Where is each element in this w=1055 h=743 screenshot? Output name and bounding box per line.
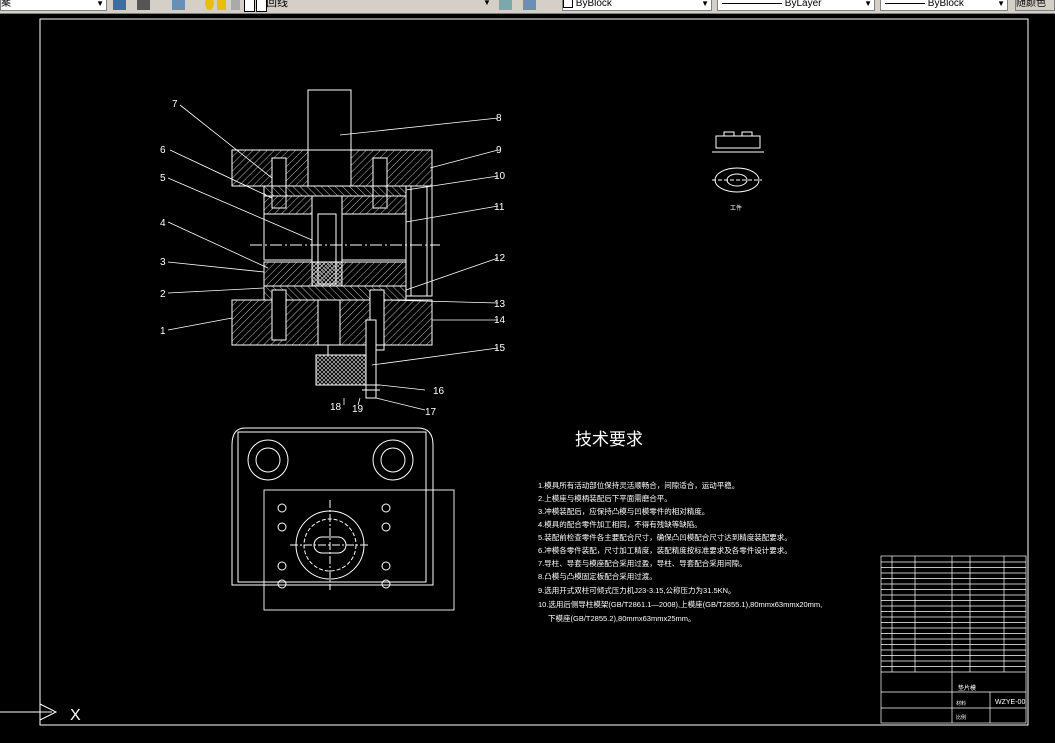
workspace-combo[interactable]: 案 ▼ [0,0,107,11]
title-block [880,555,1027,724]
plotstyle-combo[interactable]: 随颜色 [1015,0,1055,11]
plotstyle-combo-value: 随颜色 [1016,0,1046,9]
requirement-6: 6.冲模各零件装配，尺寸加工精度，装配精度按标准要求及各零件设计要求。 [538,545,792,555]
layers-icon[interactable] [137,0,150,10]
requirement-5: 5.装配前检查零件各主要配合尺寸，确保凸凹模配合尺寸达到精度装配要求。 [538,532,792,542]
ucs-icon [0,703,58,721]
layer-name: 回线 [266,0,288,9]
chevron-down-icon: ▼ [701,0,709,8]
callout-11: 11 [494,202,505,213]
callout-9: 9 [496,145,502,156]
layer-previous-icon[interactable] [523,0,536,10]
color-combo[interactable]: ByBlock ▼ [562,0,712,11]
color-swatch [563,0,573,9]
layer-color-icon[interactable] [244,0,255,12]
callout-3: 3 [160,257,166,268]
callout-13: 13 [494,299,506,310]
layer-manager-icon[interactable] [172,0,185,10]
color-combo-value: ByBlock [575,0,612,9]
callout-14: 14 [494,315,506,326]
linetype-sample [722,2,782,4]
requirement-2: 2.上模座与模柄装配后下平面需磨合平。 [538,493,672,503]
drawing-canvas[interactable]: 1 2 3 4 5 6 7 8 9 10 11 12 13 14 15 16 1… [0,14,1055,739]
grid-icon[interactable] [113,0,126,10]
workspace-combo-value: 案 [1,0,11,9]
callout-7: 7 [172,99,178,110]
callout-18: 18 [330,402,342,413]
callout-12: 12 [494,253,506,264]
chevron-down-icon: ▼ [997,0,1005,8]
make-current-icon[interactable] [499,0,512,10]
callout-4: 4 [160,218,166,229]
requirement-1: 1.模具所有活动部位保持灵活顺畅合，间隙适合，运动平稳。 [538,480,739,490]
drawing-svg: 1 2 3 4 5 6 7 8 9 10 11 12 13 14 15 16 1… [0,18,1029,726]
linetype-combo-value: ByLayer [784,0,822,9]
requirement-11: 下模座(GB/T2855.2),80mmx63mmx25mm。 [548,613,696,623]
requirements-list: 1.模具所有活动部位保持灵活顺畅合，间隙适合，运动平稳。 2.上模座与模柄装配后… [538,480,822,623]
lineweight-combo-value: ByBlock [927,0,964,9]
chevron-down-icon: ▼ [864,0,872,8]
requirement-10: 10.选用后侧导柱模架(GB/T2861.1—2008),上模座(GB/T285… [538,599,822,609]
lightbulb-icon[interactable] [205,0,214,10]
properties-toolbar: 案 ▼ 回线 ▼ ByBlock ▼ ByLayer ▼ ByBlock ▼ 随… [0,0,1055,14]
chevron-down-icon: ▼ [96,0,104,8]
lineweight-sample [885,2,925,4]
callout-6: 6 [160,145,166,156]
front-section-view [231,89,440,399]
ucs-x-label: X [70,707,81,724]
plan-view [231,427,455,611]
callout-19: 19 [352,404,364,415]
title-block-number: WZYE-00 [995,699,1025,706]
callout-2: 2 [160,289,166,300]
layer-dropdown-arrow[interactable]: ▼ [483,0,491,11]
callout-16: 16 [433,386,445,397]
callout-8: 8 [496,113,502,124]
lock-icon[interactable] [231,0,240,10]
workpiece-view [712,131,764,193]
sheet-border [39,18,1029,726]
callout-5: 5 [160,173,166,184]
requirement-9: 9.选用开式双柱可倾式压力机J23-3.15,公称压力为31.5KN。 [538,585,736,595]
requirements-heading: 技术要求 [575,430,643,449]
requirement-7: 7.导柱、导套与模座配合采用过盈，导柱、导套配合采用间隙。 [538,558,747,568]
title-block-material: 材料 [956,700,966,707]
workpiece-caption: 工件 [730,204,742,212]
linetype-combo[interactable]: ByLayer ▼ [717,0,875,11]
sun-icon[interactable] [217,0,226,10]
callout-10: 10 [494,171,506,182]
callout-1: 1 [160,326,166,337]
title-block-scale: 比例 [956,714,966,721]
lineweight-combo[interactable]: ByBlock ▼ [880,0,1008,11]
requirement-4: 4.模具的配合零件加工相同，不得有残缺等缺陷。 [538,519,702,529]
callout-15: 15 [494,343,506,354]
requirement-3: 3.冲模装配后，应保持凸模与凹模零件的相对精度。 [538,506,709,516]
requirement-8: 8.凸模与凸模固定板配合采用过渡。 [538,571,657,581]
callout-17: 17 [425,407,437,418]
title-block-name: 垫片模 [958,684,976,692]
